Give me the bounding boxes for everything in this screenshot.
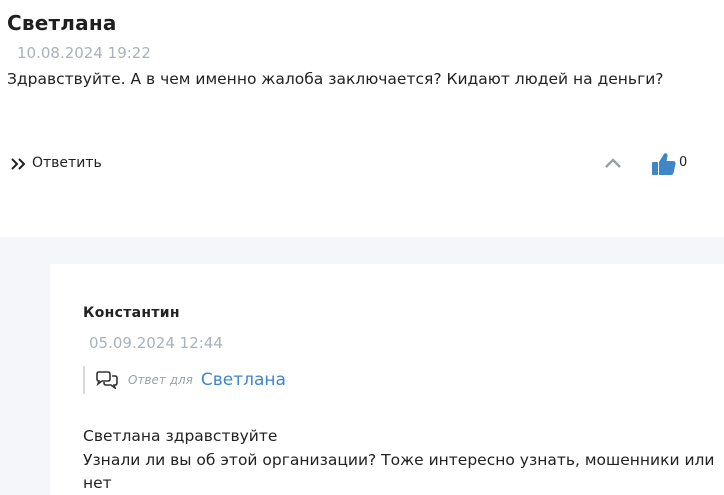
comment-text: Здравствуйте. А в чем именно жалоба закл… <box>7 70 664 88</box>
thumbs-up-icon[interactable] <box>651 151 677 177</box>
comment-date: 10.08.2024 19:22 <box>17 44 151 62</box>
comment-author: Светлана <box>7 11 117 35</box>
reply-text-line: нет <box>83 474 112 492</box>
reply-author: Константин <box>83 305 180 321</box>
reply-button-label: Ответить <box>32 155 102 171</box>
double-chevron-right-icon <box>10 156 28 170</box>
reply-text-line: Узнали ли вы об этой организации? Тоже и… <box>83 450 715 469</box>
chevron-up-icon[interactable] <box>603 155 623 169</box>
reply-to-link[interactable]: Светлана <box>201 370 286 390</box>
like-count: 0 <box>679 155 688 170</box>
reply-text: Светлана здравствуйте Узнали ли вы об эт… <box>83 425 723 495</box>
main-comment <box>0 0 724 237</box>
reply-to-block: Ответ для Светлана <box>83 366 286 394</box>
chat-bubbles-icon <box>95 371 119 391</box>
reply-button[interactable]: Ответить <box>10 153 102 173</box>
reply-date: 05.09.2024 12:44 <box>89 334 223 352</box>
reply-for-label: Ответ для <box>128 373 193 387</box>
reply-text-line: Светлана здравствуйте <box>83 427 278 445</box>
